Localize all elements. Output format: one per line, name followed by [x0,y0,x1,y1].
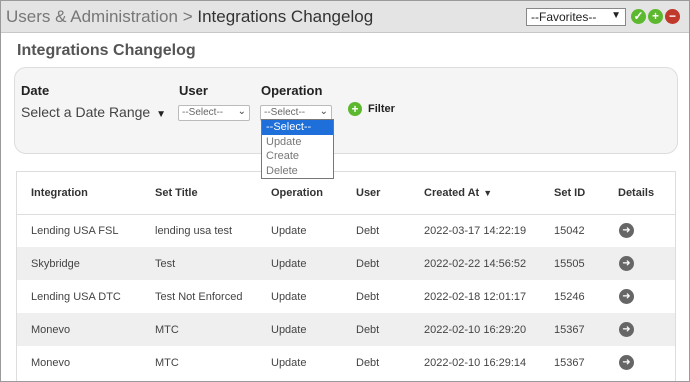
operation-option-delete[interactable]: Delete [262,164,333,179]
operation-option-select[interactable]: --Select-- [262,120,333,135]
cell-integration: Monevo [17,313,155,346]
check-icon[interactable]: ✓ [631,9,646,24]
user-select-value: --Select-- [182,107,224,118]
remove-favorite-icon[interactable]: − [665,9,680,24]
filter-button[interactable]: + Filter [348,102,395,118]
cell-operation: Update [271,356,307,369]
cell-integration: Monevo [31,356,71,369]
cell-integration: Skybridge [17,247,155,280]
column-header-integration[interactable]: Integration [17,172,155,215]
column-header-user[interactable]: User [356,172,424,215]
date-range-value: Select a Date Range [21,104,151,120]
cell-set-title: MTC [155,313,271,346]
cell-user: Debt [356,247,424,280]
caret-down-icon: ▼ [156,109,166,120]
breadcrumb-parent[interactable]: Users & Administration [6,7,178,26]
add-circle-icon: + [348,102,362,116]
breadcrumb-separator: > [182,7,193,26]
cell-set-title: lending usa test [155,224,233,237]
breadcrumb: Users & Administration > Integrations Ch… [6,7,373,27]
cell-created-at: 2022-02-10 16:29:20 [424,313,554,346]
cell-set-id: 15367 [554,313,618,346]
cell-set-id: 15367 [554,356,585,369]
page-title: Integrations Changelog [17,42,196,59]
cell-set-title: Test Not Enforced [155,290,243,303]
add-favorite-icon[interactable]: + [648,9,663,24]
column-header-set-id[interactable]: Set ID [554,172,618,215]
arrow-right-icon[interactable]: ➜ [619,355,634,370]
cell-details: ➜ [618,346,675,379]
cell-user: Debt [356,290,380,303]
cell-operation: Update [271,224,307,237]
cell-user: Debt [356,224,380,237]
arrow-right-icon[interactable]: ➜ [619,256,634,271]
operation-option-update[interactable]: Update [262,135,333,150]
cell-user: Debt [356,356,380,369]
cell-set-id: 15505 [554,247,618,280]
operation-option-create[interactable]: Create [262,149,333,164]
column-header-set-title[interactable]: Set Title [155,172,271,215]
cell-set-id: 15042 [554,224,585,237]
cell-user: Debt [356,313,424,346]
date-range-select[interactable]: Select a Date Range ▼ [21,104,166,120]
user-select[interactable]: --Select-- ⌄ [178,105,250,121]
cell-integration: Lending USA FSL [31,224,119,237]
cell-details: ➜ [618,247,675,280]
arrow-right-icon[interactable]: ➜ [619,223,634,239]
table-row: Monevo MTC Update Debt 2022-02-10 16:29:… [17,346,675,379]
cell-created-at: 2022-02-18 12:01:17 [424,290,527,303]
sort-desc-icon: ▼ [483,187,493,198]
breadcrumb-current: Integrations Changelog [197,7,374,26]
changelog-table: Integration Set Title Operation User Cre… [16,171,676,381]
cell-operation: Update [271,313,356,346]
table-header-row: Integration Set Title Operation User Cre… [17,172,675,215]
top-bar: Users & Administration > Integrations Ch… [1,1,689,33]
operation-label: Operation [261,83,323,98]
cell-details: ➜ [618,214,675,247]
operation-select-value: --Select-- [264,107,306,118]
cell-set-id: 15246 [554,290,585,303]
cell-created-at: 2022-02-22 14:56:52 [424,247,554,280]
cell-created-at: 2022-02-10 16:29:14 [424,356,527,369]
cell-operation: Update [271,247,356,280]
cell-operation: Update [271,290,307,303]
arrow-right-icon[interactable]: ➜ [619,322,634,337]
created-at-header-label: Created At [424,186,480,199]
cell-set-title: Test [155,247,271,280]
window-frame: Users & Administration > Integrations Ch… [0,0,690,382]
favorites-select[interactable]: --Favorites-- ▼ [526,8,626,26]
chevron-down-icon: ⌄ [319,106,328,117]
column-header-created-at[interactable]: Created At ▼ [424,172,554,215]
table-row: Lending USA DTC Test Not Enforced Update… [17,280,675,313]
table-row: Monevo MTC Update Debt 2022-02-10 16:29:… [17,313,675,346]
filter-button-label: Filter [368,102,395,115]
chevron-down-icon: ▼ [611,10,621,21]
cell-details: ➜ [618,313,675,346]
column-header-details: Details [618,172,675,215]
table-row: Lending USA FSL lending usa test Update … [17,214,675,247]
cell-integration: Lending USA DTC [31,290,121,303]
favorites-select-value: --Favorites-- [531,10,597,24]
date-label: Date [21,83,50,98]
user-label: User [179,83,208,98]
chevron-down-icon: ⌄ [237,106,246,117]
arrow-right-icon[interactable]: ➜ [619,289,634,304]
cell-details: ➜ [618,280,675,313]
table-row: Skybridge Test Update Debt 2022-02-22 14… [17,247,675,280]
operation-dropdown: --Select-- Update Create Delete [261,119,334,179]
cell-created-at: 2022-03-17 14:22:19 [424,224,527,237]
cell-set-title: MTC [155,356,179,369]
